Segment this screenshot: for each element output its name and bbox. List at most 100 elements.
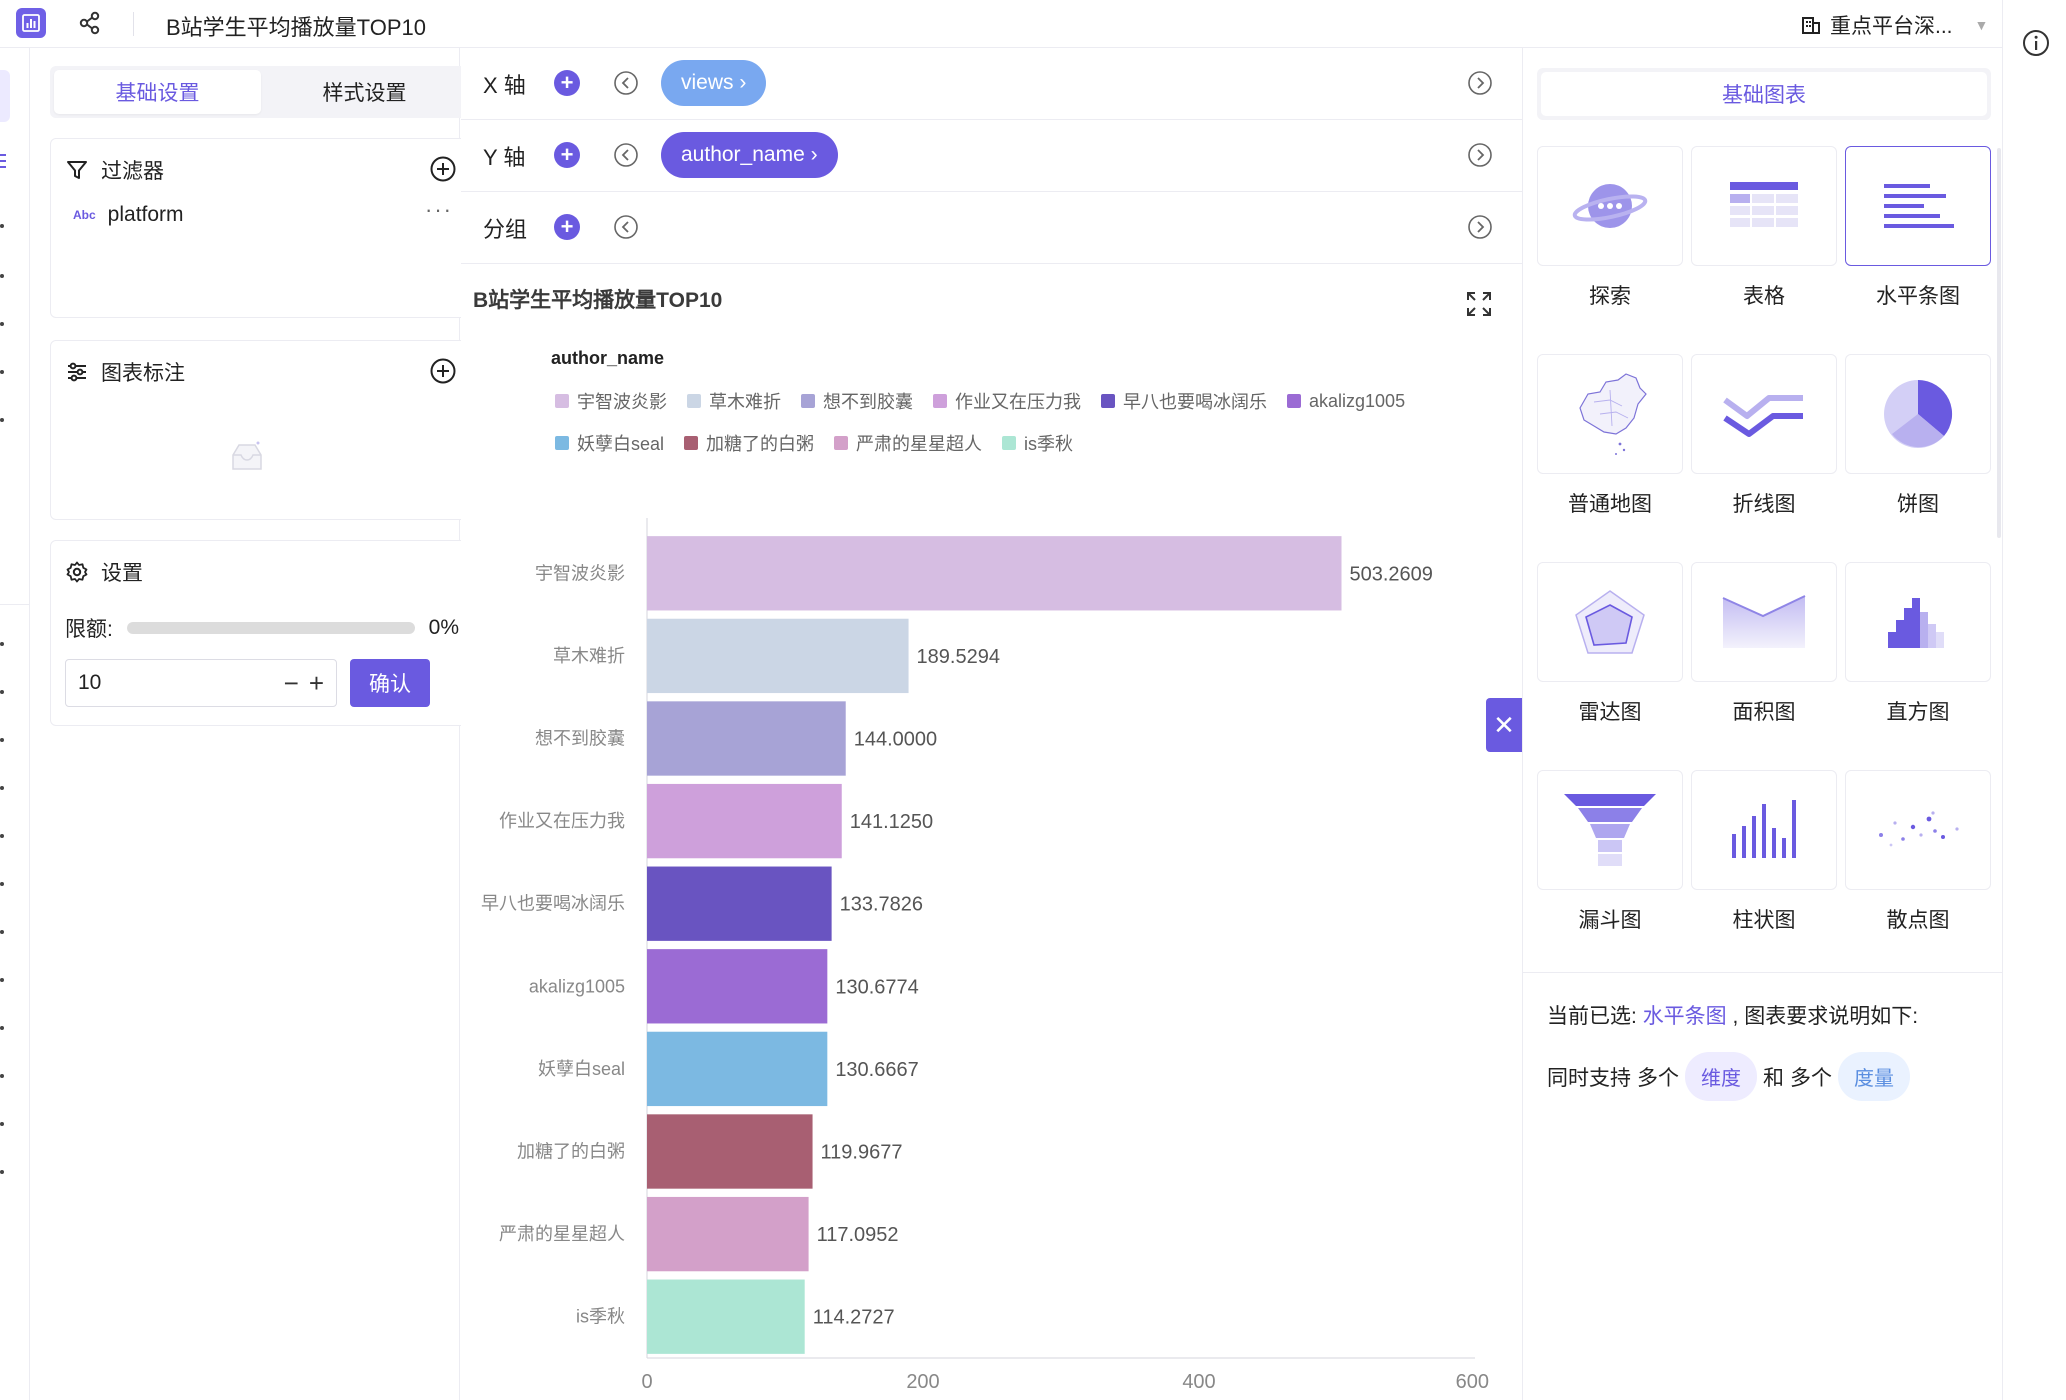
add-y-field-button[interactable]: + <box>554 142 580 168</box>
bar[interactable] <box>647 1114 813 1189</box>
close-panel-button[interactable]: ✕ <box>1486 698 1522 752</box>
y-field-pill[interactable]: author_name › <box>661 132 838 178</box>
info-icon[interactable] <box>2021 28 2051 58</box>
annotation-card: 图表标注 <box>50 340 472 520</box>
nav-dot[interactable] <box>0 418 4 422</box>
legend-item[interactable]: akalizg1005 <box>1287 388 1405 414</box>
confirm-button[interactable]: 确认 <box>350 659 430 707</box>
bar[interactable] <box>647 783 842 859</box>
legend-item[interactable]: is季秋 <box>1002 430 1073 456</box>
req-many-1: 多个 <box>1637 1066 1679 1090</box>
add-filter-button[interactable] <box>429 155 457 183</box>
data-label: 144.0000 <box>854 729 937 751</box>
nav-dot[interactable] <box>0 930 4 934</box>
nav-dot[interactable] <box>0 1026 4 1030</box>
chart-app-logo-icon[interactable] <box>16 8 46 38</box>
chart-type-histogram[interactable]: 直方图 <box>1845 562 1991 768</box>
fullscreen-expand-icon[interactable] <box>1465 290 1493 318</box>
more-options-icon[interactable]: ··· <box>425 197 453 223</box>
nav-dot[interactable] <box>0 1170 4 1174</box>
share-icon[interactable] <box>76 9 104 37</box>
workspace-selector[interactable]: 重点平台深... ▼ <box>1800 10 1988 40</box>
chart-type-scatter[interactable]: 散点图 <box>1845 770 1991 976</box>
add-x-field-button[interactable]: + <box>554 70 580 96</box>
tab-basic-charts[interactable]: 基础图表 <box>1541 72 1987 116</box>
nav-dot[interactable] <box>0 786 4 790</box>
chart-type-funnel[interactable]: 漏斗图 <box>1537 770 1683 976</box>
chevron-left-circle-icon[interactable] <box>613 142 639 168</box>
chart-type-radar[interactable]: 雷达图 <box>1537 562 1683 768</box>
chart-title: B站学生平均播放量TOP10 <box>473 289 723 312</box>
legend-item[interactable]: 妖孽白seal <box>555 430 664 456</box>
chart-type-explore[interactable]: 探索 <box>1537 146 1683 352</box>
chart-type-area[interactable]: 面积图 <box>1691 562 1837 768</box>
x-field-pill[interactable]: views › <box>661 60 767 106</box>
tab-style-settings[interactable]: 样式设置 <box>261 70 468 114</box>
gallery-scrollbar[interactable] <box>1997 148 2001 538</box>
chevron-left-circle-icon[interactable] <box>613 214 639 240</box>
chart-type-table[interactable]: 表格 <box>1691 146 1837 352</box>
chart-type-map[interactable]: 普通地图 <box>1537 354 1683 560</box>
data-label: 117.0952 <box>817 1224 899 1246</box>
menu-lines-icon[interactable] <box>0 154 6 168</box>
nav-dot[interactable] <box>0 690 4 694</box>
nav-dot[interactable] <box>0 978 4 982</box>
legend-item[interactable]: 想不到胶囊 <box>801 388 913 414</box>
y-tick-label: is季秋 <box>576 1307 625 1327</box>
legend-item[interactable]: 作业又在压力我 <box>933 388 1081 414</box>
legend-label: 早八也要喝冰阔乐 <box>1123 392 1267 412</box>
nav-dot[interactable] <box>0 834 4 838</box>
bar[interactable] <box>647 701 846 776</box>
nav-dot[interactable] <box>0 370 4 374</box>
legend-label: 严肃的星星超人 <box>856 434 983 454</box>
chart-type-horizontal-bar[interactable]: 水平条图 <box>1845 146 1991 352</box>
bar[interactable] <box>647 949 828 1024</box>
nav-dot[interactable] <box>0 738 4 742</box>
x-tick-label: 400 <box>1182 1371 1215 1393</box>
y-tick-label: 草木难折 <box>553 646 625 666</box>
legend-item[interactable]: 宇智波炎影 <box>555 388 667 414</box>
chevron-left-circle-icon[interactable] <box>613 70 639 96</box>
bar[interactable] <box>647 536 1342 611</box>
nav-dot[interactable] <box>0 274 4 278</box>
chart-type-column[interactable]: 柱状图 <box>1691 770 1837 976</box>
nav-dot[interactable] <box>0 1122 4 1126</box>
nav-dot[interactable] <box>0 224 4 228</box>
bar[interactable] <box>647 1196 809 1272</box>
legend-item[interactable]: 加糖了的白粥 <box>684 430 814 456</box>
nav-active-indicator[interactable] <box>0 70 10 122</box>
legend-item[interactable]: 早八也要喝冰阔乐 <box>1101 388 1267 414</box>
chart-type-line[interactable]: 折线图 <box>1691 354 1837 560</box>
add-annotation-button[interactable] <box>429 357 457 385</box>
bar[interactable] <box>647 1031 828 1107</box>
chart-type-pie[interactable]: 饼图 <box>1845 354 1991 560</box>
decrement-button[interactable]: − <box>284 670 299 696</box>
desc-suffix: , 图表要求说明如下: <box>1732 1005 1919 1028</box>
desc-selected-type[interactable]: 水平条图 <box>1643 1005 1727 1028</box>
limit-percent: 0% <box>428 616 459 639</box>
legend-label: 想不到胶囊 <box>823 392 913 412</box>
chevron-right-circle-icon[interactable] <box>1467 142 1493 168</box>
chevron-right-circle-icon[interactable] <box>1467 214 1493 240</box>
filter-item[interactable]: Abc platform ··· <box>73 197 453 227</box>
legend-item[interactable]: 严肃的星星超人 <box>834 430 982 456</box>
tab-basic-settings[interactable]: 基础设置 <box>54 70 261 114</box>
count-stepper[interactable]: 10 − + <box>65 659 337 707</box>
nav-dot[interactable] <box>0 882 4 886</box>
increment-button[interactable]: + <box>309 670 324 696</box>
chart-editor: X 轴 + views › Y 轴 + author_name › 分组 + B… <box>461 48 1522 1400</box>
gear-icon <box>66 561 88 583</box>
legend-item[interactable]: 草木难折 <box>687 388 781 414</box>
bar[interactable] <box>647 618 909 694</box>
nav-dot[interactable] <box>0 322 4 326</box>
add-group-field-button[interactable]: + <box>554 214 580 240</box>
count-value[interactable]: 10 <box>78 671 101 695</box>
bar[interactable] <box>647 1279 805 1354</box>
bar[interactable] <box>647 866 832 941</box>
chevron-right-circle-icon[interactable] <box>1467 70 1493 96</box>
nav-dot[interactable] <box>0 642 4 646</box>
document-title[interactable]: B站学生平均播放量TOP10 <box>166 10 426 42</box>
nav-dot[interactable] <box>0 1074 4 1078</box>
legend-swatch <box>1287 394 1301 408</box>
tile-label: 普通地图 <box>1568 493 1652 516</box>
